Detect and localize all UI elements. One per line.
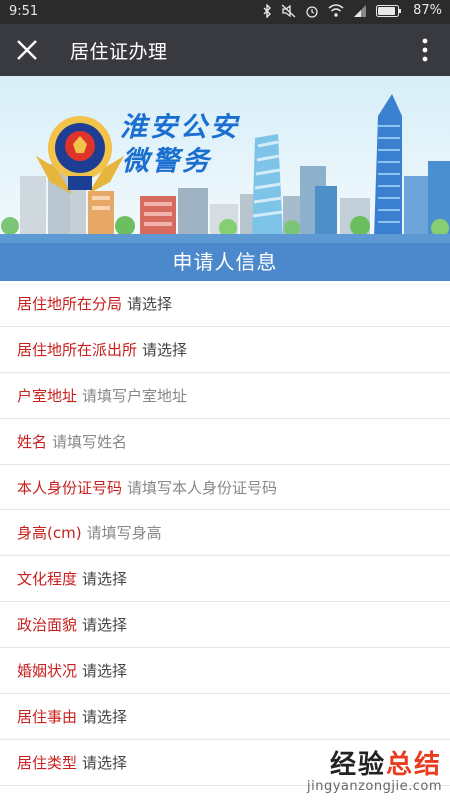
id-number-input[interactable]: 请填写本人身份证号码 bbox=[127, 477, 277, 498]
form-label: 居住事由 bbox=[17, 707, 78, 726]
form-row-id-number[interactable]: 本人身份证号码 请填写本人身份证号码 bbox=[0, 465, 450, 511]
status-bar: 9:51 87% bbox=[0, 0, 450, 24]
form-row-marital-status[interactable]: 婚姻状况 请选择 bbox=[0, 648, 450, 695]
form-label: 居住类型 bbox=[17, 753, 78, 772]
residence-type-select[interactable]: 请选择 bbox=[82, 752, 127, 773]
watermark-title: 经验总结 bbox=[307, 744, 442, 781]
watermark-url: jingyanzongjie.com bbox=[306, 779, 442, 794]
form-row-residence-reason[interactable]: 居住事由 请选择 bbox=[0, 694, 450, 740]
form-label: 身高(cm) bbox=[17, 524, 82, 543]
nav-bar: 居住证办理 bbox=[0, 24, 450, 76]
applicant-form: 居住地所在分局 请选择 居住地所在派出所 请选择 户室地址 请填写户室地址 姓名… bbox=[0, 281, 450, 786]
section-header: 申请人信息 bbox=[0, 243, 450, 281]
form-label: 姓名 bbox=[17, 432, 48, 451]
more-menu-icon[interactable] bbox=[422, 38, 428, 62]
police-station-select[interactable]: 请选择 bbox=[142, 339, 187, 360]
banner-title: 淮安公安 微警务 bbox=[120, 111, 240, 179]
district-select[interactable]: 请选择 bbox=[127, 293, 172, 314]
banner-title-line2: 微警务 bbox=[122, 146, 212, 177]
form-label: 文化程度 bbox=[17, 570, 78, 589]
form-label: 本人身份证号码 bbox=[17, 478, 123, 497]
watermark-title-b: 总结 bbox=[385, 750, 442, 780]
form-row-district[interactable]: 居住地所在分局 请选择 bbox=[0, 281, 450, 327]
status-icons: 87% bbox=[263, 3, 442, 18]
watermark-title-a: 经验 bbox=[329, 750, 386, 780]
form-label: 居住地所在分局 bbox=[17, 294, 123, 313]
form-label: 政治面貌 bbox=[17, 616, 78, 635]
form-row-education[interactable]: 文化程度 请选择 bbox=[0, 556, 450, 603]
banner-title-line1: 淮安公安 bbox=[120, 112, 240, 143]
name-input[interactable]: 请填写姓名 bbox=[52, 431, 127, 452]
signal-icon bbox=[354, 4, 367, 17]
form-row-height[interactable]: 身高(cm) 请填写身高 bbox=[0, 510, 450, 557]
form-row-political-status[interactable]: 政治面貌 请选择 bbox=[0, 602, 450, 649]
form-row-address[interactable]: 户室地址 请填写户室地址 bbox=[0, 373, 450, 419]
page-title: 居住证办理 bbox=[70, 41, 168, 63]
form-row-police-station[interactable]: 居住地所在派出所 请选择 bbox=[0, 327, 450, 373]
wifi-icon bbox=[328, 4, 344, 17]
bluetooth-icon bbox=[263, 3, 272, 18]
watermark: 经验总结 jingyanzongjie.com bbox=[307, 744, 442, 794]
banner: 淮安公安 微警务 bbox=[0, 76, 450, 243]
form-label: 户室地址 bbox=[17, 386, 78, 405]
education-select[interactable]: 请选择 bbox=[82, 568, 127, 589]
height-input[interactable]: 请填写身高 bbox=[87, 522, 162, 543]
address-input[interactable]: 请填写户室地址 bbox=[82, 385, 187, 406]
close-icon[interactable] bbox=[16, 39, 38, 61]
form-label: 居住地所在派出所 bbox=[17, 340, 138, 359]
residence-reason-select[interactable]: 请选择 bbox=[82, 706, 127, 727]
alarm-icon bbox=[306, 5, 318, 18]
status-time: 9:51 bbox=[9, 4, 39, 19]
form-label: 婚姻状况 bbox=[17, 662, 78, 681]
battery-percent: 87% bbox=[413, 3, 442, 18]
marital-status-select[interactable]: 请选择 bbox=[82, 660, 127, 681]
form-row-name[interactable]: 姓名 请填写姓名 bbox=[0, 419, 450, 465]
battery-icon bbox=[376, 4, 402, 17]
political-status-select[interactable]: 请选择 bbox=[82, 614, 127, 635]
mute-icon bbox=[281, 4, 296, 17]
